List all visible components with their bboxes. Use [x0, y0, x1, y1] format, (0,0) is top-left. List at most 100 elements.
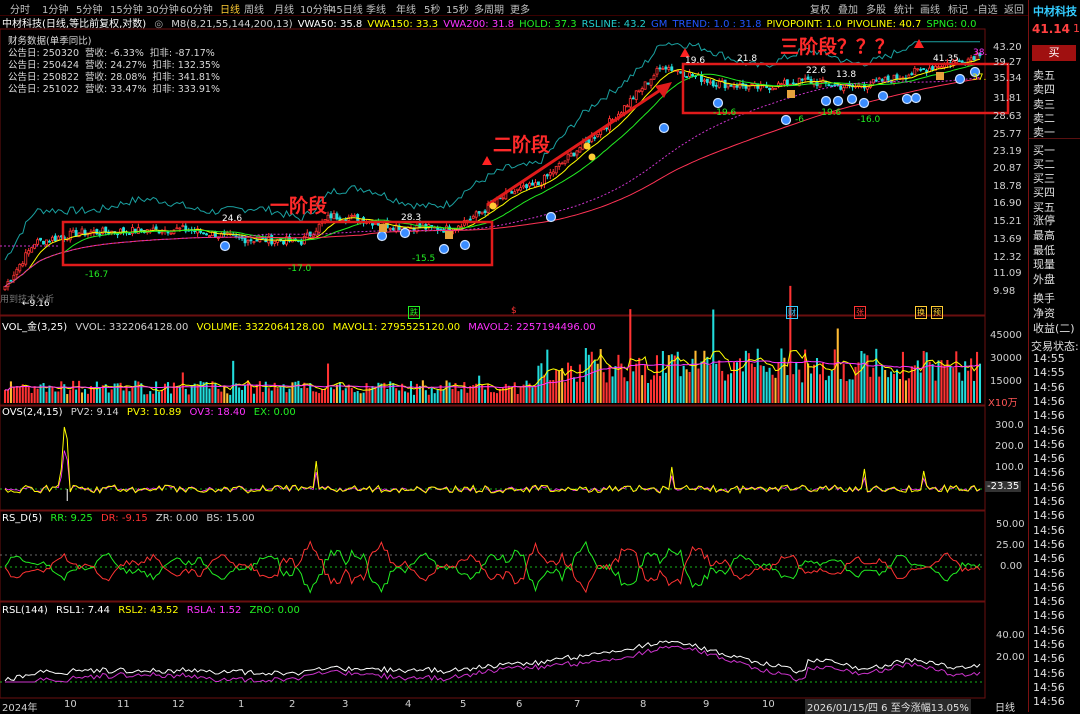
candle-body	[572, 152, 576, 157]
candle-body	[80, 228, 84, 234]
price-label: -6	[795, 115, 804, 125]
candle-body	[255, 239, 259, 242]
pattern-marker	[588, 153, 596, 161]
volume-item: MAVOL2: 2257194496.00	[468, 322, 596, 333]
quote-panel: 中材科技 41.14 1. 买 卖五卖四卖三卖二卖一买一买二买三买四买五 涨停最…	[1028, 0, 1080, 712]
candle-body	[554, 166, 558, 174]
candle-body	[391, 227, 395, 231]
signal-dot	[901, 93, 913, 105]
candle-body	[827, 84, 831, 87]
signal-dot	[820, 95, 832, 107]
candle-body	[50, 236, 54, 241]
ovs-panel-title: OVS(2,4,15)	[2, 407, 63, 418]
vol-tick: 30000	[990, 353, 1022, 364]
time-tick: 7	[574, 699, 581, 710]
candle-body	[803, 77, 807, 80]
vol-unit: X10万	[988, 398, 1018, 409]
candle-body	[643, 81, 647, 90]
candle-body	[388, 227, 392, 230]
tick-time: 14:56	[1033, 523, 1065, 537]
ovs-tick: 300.0	[995, 420, 1024, 431]
candle-body	[528, 182, 531, 187]
candle-body	[18, 264, 22, 272]
candle-body	[534, 182, 537, 188]
signal-dot	[399, 227, 411, 239]
volume-panel-title: VOL_金(3,25)	[2, 322, 68, 333]
rsd-tick: 25.00	[996, 540, 1025, 551]
candle-body	[53, 235, 57, 242]
candle-body	[234, 235, 238, 238]
rsd-item: RR: 9.25	[50, 513, 93, 524]
candle-body	[768, 87, 772, 91]
candle-body	[557, 163, 561, 167]
candle-body	[640, 88, 644, 92]
candle-body	[575, 150, 579, 156]
stage1-annotation: 一阶段	[270, 195, 328, 217]
signal-dot	[219, 240, 231, 252]
candle-body	[24, 252, 28, 265]
price-label: -19.6	[818, 108, 842, 118]
rsd-panel-title: RS_D(5)	[2, 513, 43, 524]
event-marker[interactable]: $	[511, 306, 517, 316]
candle-body	[780, 83, 783, 86]
candle-body	[685, 76, 689, 78]
buy-button[interactable]: 买	[1032, 45, 1076, 61]
candle-body	[71, 229, 75, 233]
candle-body	[154, 226, 158, 230]
candle-body	[800, 78, 804, 81]
candle-body	[42, 240, 45, 245]
tick-time: 14:56	[1033, 480, 1065, 494]
event-marker[interactable]: 换	[915, 306, 927, 319]
candle-body	[252, 241, 256, 243]
price-label: 24.6	[222, 214, 243, 224]
candle-body	[634, 90, 638, 100]
event-marker[interactable]: 财	[786, 306, 798, 319]
price-label: 41.35	[933, 54, 959, 64]
signal-dot	[545, 211, 557, 223]
candle-body	[510, 191, 514, 194]
event-marker[interactable]: 预	[931, 306, 943, 319]
candle-body	[596, 134, 600, 138]
candle-body	[691, 74, 694, 77]
ovs-tick: 200.0	[995, 441, 1024, 452]
candle-body	[664, 66, 668, 70]
quote-stat-label: 现量	[1033, 258, 1055, 272]
tick-time: 14:56	[1033, 652, 1065, 666]
signal-triangle	[482, 156, 492, 165]
candle-body	[726, 83, 730, 88]
price-tick: 9.98	[993, 286, 1016, 297]
price-tick: 15.21	[993, 216, 1022, 227]
candle-body	[104, 226, 108, 233]
quote-stat-label: 最高	[1033, 228, 1055, 242]
candle-body	[317, 223, 321, 233]
event-marker[interactable]: 张	[854, 306, 866, 319]
signal-dot	[954, 73, 966, 85]
candle-body	[12, 274, 16, 281]
candle-body	[516, 188, 520, 191]
candle-body	[655, 68, 659, 75]
price-label: 21.8	[737, 54, 758, 64]
candle-body	[874, 79, 878, 82]
pattern-marker	[379, 224, 387, 232]
price-tick: 43.20	[993, 42, 1022, 53]
candle-body	[649, 78, 653, 86]
rsl-item: RSL1: 7.44	[55, 605, 110, 616]
candle-body	[969, 57, 973, 61]
candle-body	[139, 228, 143, 232]
quote-stat-label: 最低	[1033, 243, 1055, 257]
candle-body	[631, 97, 635, 100]
rsd-panel-header: RS_D(5) RR: 9.25 DR: -9.15 ZR: 0.00 BS: …	[2, 513, 260, 524]
candle-body	[537, 181, 540, 186]
candle-body	[886, 75, 890, 81]
candle-body	[566, 154, 570, 161]
candle-body	[910, 73, 914, 75]
rsd-item: DR: -9.15	[100, 513, 148, 524]
signal-dot	[438, 243, 450, 255]
candle-body	[326, 214, 330, 221]
candle-body	[329, 213, 333, 219]
candle-body	[30, 247, 34, 253]
candle-body	[705, 78, 709, 83]
candle-body	[711, 80, 715, 87]
candle-body	[605, 127, 609, 130]
candle-body	[880, 79, 884, 82]
